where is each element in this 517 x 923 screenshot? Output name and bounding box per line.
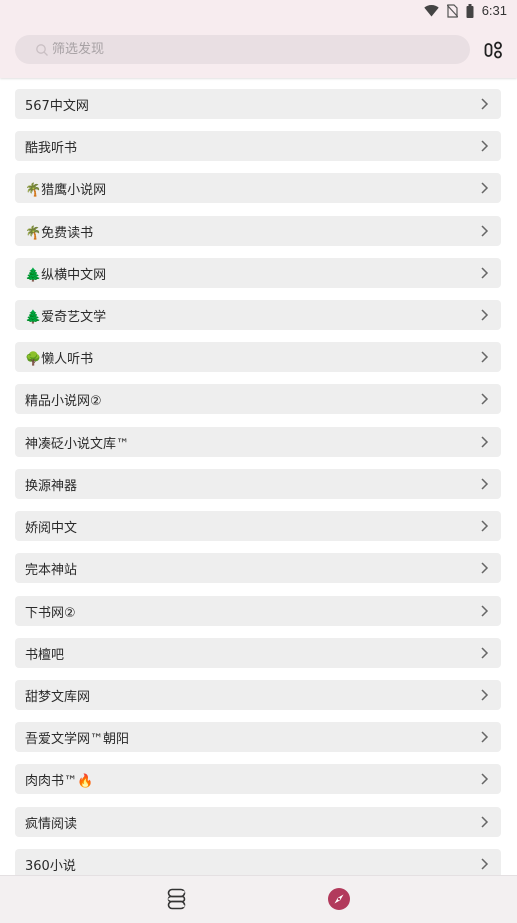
item-label: 肉肉书™🔥 [25, 773, 94, 789]
list-item[interactable]: 360小说 [15, 849, 501, 875]
chevron-right-icon [480, 646, 489, 660]
list-item[interactable]: 🌲爱奇艺文学 [15, 300, 501, 330]
wifi-icon [423, 4, 439, 17]
list-item[interactable]: 疯情阅读 [15, 807, 501, 837]
chevron-right-icon [480, 730, 489, 744]
search-icon [35, 43, 49, 57]
item-label: 换源神器 [25, 478, 78, 494]
list-item[interactable]: 🌳懒人听书 [15, 342, 501, 372]
list-item[interactable]: 🌴猎鹰小说网 [15, 173, 501, 203]
chevron-right-icon [480, 519, 489, 533]
group-button[interactable] [482, 38, 506, 62]
item-label: 吾爱文学网™朝阳 [25, 731, 130, 747]
item-label: 甜梦文库网 [25, 689, 91, 705]
list-item[interactable]: 酷我听书 [15, 131, 501, 161]
chevron-right-icon [480, 477, 489, 491]
list-item[interactable]: 肉肉书™🔥 [15, 764, 501, 794]
item-label: 🌳懒人听书 [25, 351, 94, 367]
status-time: 6:31 [481, 3, 507, 18]
battery-icon [466, 3, 474, 18]
list-item[interactable]: 🌲纵横中文网 [15, 258, 501, 288]
item-label: 酷我听书 [25, 140, 78, 156]
chevron-right-icon [480, 308, 489, 322]
item-label: 🌲爱奇艺文学 [25, 309, 107, 325]
chevron-right-icon [480, 857, 489, 871]
search-box[interactable] [15, 35, 470, 64]
item-label: 567中文网 [25, 98, 89, 114]
item-label: 360小说 [25, 858, 76, 874]
bookshelf-tab[interactable] [163, 885, 191, 913]
list-item[interactable]: 🌴免费读书 [15, 216, 501, 246]
chevron-right-icon [480, 266, 489, 280]
list-item[interactable]: 完本神站 [15, 553, 501, 583]
item-label: 精品小说网② [25, 393, 102, 409]
chevron-right-icon [480, 604, 489, 618]
chevron-right-icon [480, 435, 489, 449]
discover-tab[interactable] [325, 885, 353, 913]
chevron-right-icon [480, 97, 489, 111]
list-item[interactable]: 书檀吧 [15, 638, 501, 668]
chevron-right-icon [480, 392, 489, 406]
item-label: 疯情阅读 [25, 816, 78, 832]
status-bar: 6:31 [0, 0, 517, 26]
group-icon [484, 40, 504, 60]
search-input[interactable] [52, 42, 432, 57]
item-label: 神凑砭小说文库™ [25, 436, 130, 452]
list-item[interactable]: 567中文网 [15, 89, 501, 119]
list-item[interactable]: 甜梦文库网 [15, 680, 501, 710]
top-app-bar: 6:31 [0, 0, 517, 78]
list-item[interactable]: 娇阅中文 [15, 511, 501, 541]
chevron-right-icon [480, 350, 489, 364]
list-item[interactable]: 神凑砭小说文库™ [15, 427, 501, 457]
status-icons: 6:31 [423, 3, 507, 18]
item-label: 🌴猎鹰小说网 [25, 182, 107, 198]
chevron-right-icon [480, 688, 489, 702]
bottom-navigation [0, 875, 517, 923]
chevron-right-icon [480, 772, 489, 786]
item-label: 下书网② [25, 605, 76, 621]
bookshelf-icon [165, 887, 189, 911]
chevron-right-icon [480, 815, 489, 829]
chevron-right-icon [480, 561, 489, 575]
item-label: 娇阅中文 [25, 520, 78, 536]
chevron-right-icon [480, 181, 489, 195]
list-item[interactable]: 精品小说网② [15, 384, 501, 414]
list-item[interactable]: 下书网② [15, 596, 501, 626]
item-label: 🌴免费读书 [25, 225, 94, 241]
item-label: 🌲纵横中文网 [25, 267, 107, 283]
chevron-right-icon [480, 224, 489, 238]
compass-icon [327, 887, 351, 911]
item-label: 完本神站 [25, 562, 78, 578]
source-list: 567中文网 酷我听书 🌴猎鹰小说网 🌴免费读书 🌲纵横中文网 🌲爱奇艺文学 🌳… [0, 78, 517, 875]
list-item[interactable]: 换源神器 [15, 469, 501, 499]
no-sim-icon [446, 3, 458, 18]
item-label: 书檀吧 [25, 647, 65, 663]
list-item[interactable]: 吾爱文学网™朝阳 [15, 722, 501, 752]
chevron-right-icon [480, 139, 489, 153]
